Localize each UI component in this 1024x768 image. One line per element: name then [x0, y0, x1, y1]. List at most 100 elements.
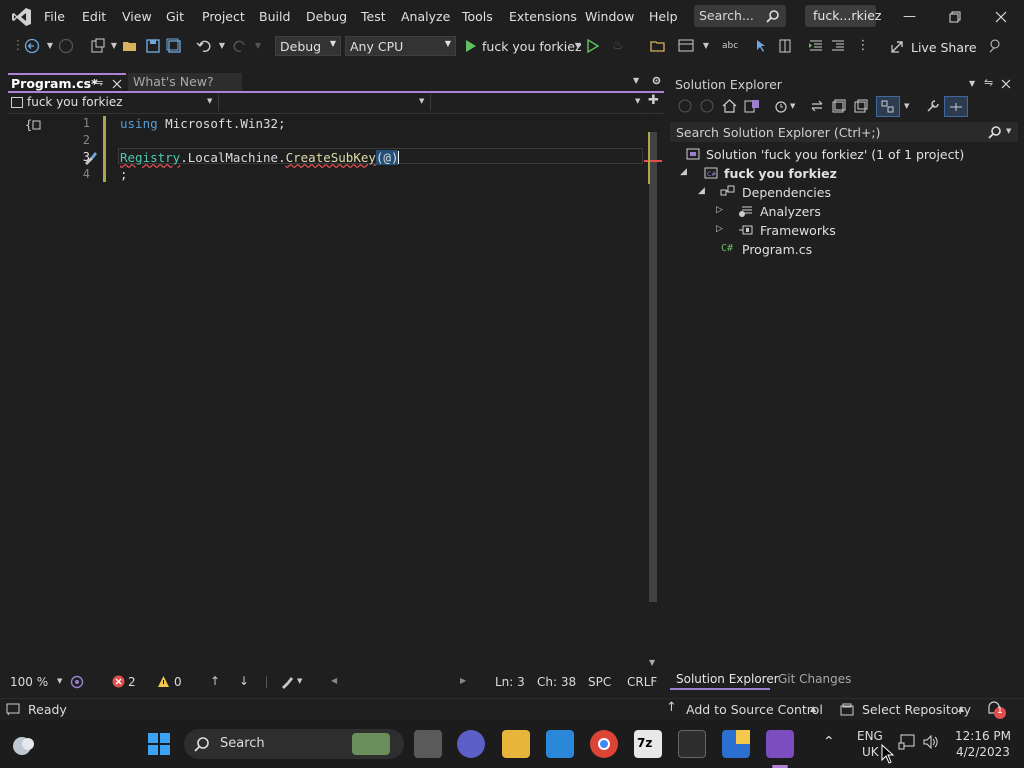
zoom-dropdown-icon[interactable]: ▼ — [57, 677, 62, 685]
pin-icon[interactable]: ⇋ — [94, 76, 103, 89]
undo-icon[interactable] — [196, 38, 212, 54]
whitespace-indicator[interactable]: SPC — [588, 675, 611, 689]
track-active-item-toggle[interactable] — [944, 96, 968, 117]
next-issue-icon[interactable]: ↓ — [239, 674, 249, 688]
feedback-icon[interactable] — [988, 38, 1004, 54]
microsoft-store-icon[interactable] — [546, 730, 574, 758]
collapse-all-icon[interactable] — [832, 99, 846, 113]
menu-git[interactable]: Git — [166, 9, 184, 24]
language-indicator[interactable]: ENG — [857, 729, 883, 743]
terminal-icon[interactable] — [678, 730, 706, 758]
live-share-icon[interactable] — [890, 40, 906, 54]
run-target-button[interactable]: fuck you forkiez — [482, 39, 582, 54]
spell-check-icon[interactable]: abc — [722, 38, 738, 54]
menu-test[interactable]: Test — [361, 9, 386, 24]
close-tab-icon[interactable] — [112, 79, 122, 89]
layout-icon[interactable] — [678, 38, 696, 54]
split-editor-icon[interactable]: ✚ — [648, 93, 659, 108]
outdent-icon[interactable] — [830, 38, 846, 54]
run-dropdown-icon[interactable]: ▼ — [570, 38, 586, 54]
add-to-source-control-button[interactable]: Add to Source Control — [686, 702, 823, 717]
solution-name-badge[interactable]: fuck...rkiez — [805, 5, 881, 27]
warning-icon[interactable] — [157, 675, 170, 688]
menu-view[interactable]: View — [122, 9, 152, 24]
expanded-arrow-icon[interactable]: ◢ — [698, 186, 705, 196]
forward-icon[interactable] — [58, 38, 74, 54]
properties-wrench-icon[interactable] — [926, 99, 940, 113]
home-icon[interactable] — [722, 99, 737, 113]
type-scope-dropdown[interactable]: ▼ — [220, 94, 431, 111]
select-repository-button[interactable]: Select Repository — [862, 702, 971, 717]
scroll-left-icon[interactable]: ◀ — [331, 676, 337, 685]
back-dropdown-icon[interactable]: ▼ — [42, 38, 58, 54]
weather-cloud-icon[interactable] — [8, 732, 36, 756]
platform-select[interactable]: Any CPU ▼ — [345, 36, 456, 56]
tab-whats-new[interactable]: What's New? — [128, 73, 242, 91]
tab-solution-explorer[interactable]: Solution Explorer — [670, 670, 779, 690]
save-icon[interactable] — [145, 38, 161, 54]
sync-icon[interactable] — [810, 99, 824, 113]
menu-extensions[interactable]: Extensions — [509, 9, 577, 24]
teams-chat-icon[interactable] — [457, 730, 485, 758]
menu-help[interactable]: Help — [649, 9, 678, 24]
open-folder-icon[interactable] — [122, 38, 138, 54]
chevron-up-icon[interactable]: ▲ — [810, 704, 816, 713]
save-all-icon[interactable] — [166, 38, 182, 54]
hot-reload-icon[interactable]: ♨ — [610, 38, 626, 54]
toolbar-overflow-icon[interactable]: ⋮ — [855, 38, 871, 54]
menu-project[interactable]: Project — [202, 9, 245, 24]
scroll-right-icon[interactable]: ▶ — [460, 676, 466, 685]
settings-gear-icon[interactable] — [651, 75, 662, 86]
select-cursor-icon[interactable] — [754, 38, 770, 54]
global-search-box[interactable]: Search... — [694, 5, 786, 27]
undo-dropdown-icon[interactable]: ▼ — [214, 38, 230, 54]
project-scope-dropdown[interactable]: fuck you forkiez ▼ — [8, 94, 219, 111]
warning-count[interactable]: 0 — [174, 675, 182, 689]
visual-studio-taskbar-icon[interactable] — [766, 730, 794, 758]
windows-start-icon[interactable] — [147, 732, 171, 756]
zoom-level[interactable]: 100 % — [10, 675, 48, 689]
chrome-icon[interactable] — [590, 730, 618, 758]
live-share-button[interactable]: Live Share — [911, 40, 977, 55]
new-project-icon[interactable] — [90, 38, 106, 54]
member-scope-dropdown[interactable]: ▼ — [432, 94, 642, 111]
menu-analyze[interactable]: Analyze — [401, 9, 450, 24]
clock-date[interactable]: 4/2/2023 — [956, 745, 1010, 759]
back-icon[interactable] — [678, 99, 692, 113]
show-hidden-icons-chevron-icon[interactable]: ⌃ — [823, 734, 835, 750]
chevron-up-icon[interactable]: ▲ — [958, 704, 964, 713]
forward-icon[interactable] — [700, 99, 714, 113]
scrollbar-thumb[interactable] — [649, 132, 657, 602]
expanded-arrow-icon[interactable]: ◢ — [680, 167, 687, 177]
horizontal-scrollbar[interactable] — [346, 680, 456, 684]
browse-folder-icon[interactable] — [650, 38, 666, 54]
previous-issue-icon[interactable]: ↑ — [210, 674, 220, 688]
configuration-select[interactable]: Debug ▼ — [275, 36, 341, 56]
code-editor[interactable]: { 1 2 3 4 using Microsoft.Win32; Registr… — [8, 114, 646, 674]
close-panel-icon[interactable] — [1001, 79, 1011, 89]
redo-icon[interactable] — [232, 38, 248, 54]
solution-search-input[interactable]: Search Solution Explorer (Ctrl+;) ▼ — [670, 122, 1018, 142]
switch-views-icon[interactable] — [744, 99, 760, 113]
language-region[interactable]: UK — [862, 745, 879, 759]
file-explorer-icon[interactable] — [502, 730, 530, 758]
collapsed-arrow-icon[interactable]: ▷ — [716, 205, 723, 215]
menu-debug[interactable]: Debug — [306, 9, 347, 24]
new-dropdown-icon[interactable]: ▼ — [106, 38, 122, 54]
menu-window[interactable]: Window — [585, 9, 634, 24]
start-without-debug-icon[interactable] — [586, 39, 600, 53]
pin-icon[interactable]: ⇋ — [984, 76, 993, 89]
panel-options-dropdown-icon[interactable]: ▼ — [969, 79, 975, 88]
start-debug-icon[interactable] — [464, 39, 478, 53]
layout-dropdown-icon[interactable]: ▼ — [698, 38, 714, 54]
quick-actions-brush-icon[interactable] — [82, 150, 98, 166]
volume-icon[interactable] — [922, 734, 940, 750]
shield-icon[interactable] — [722, 730, 750, 758]
collapsed-arrow-icon[interactable]: ▷ — [716, 224, 723, 234]
search-options-dropdown-icon[interactable]: ▼ — [1006, 127, 1011, 135]
network-icon[interactable] — [898, 734, 916, 750]
cleanup-dropdown-icon[interactable]: ▼ — [297, 677, 302, 685]
tab-program-cs[interactable]: Program.cs* ⇋ — [8, 73, 126, 92]
menu-file[interactable]: File — [44, 9, 65, 24]
menu-edit[interactable]: Edit — [82, 9, 106, 24]
